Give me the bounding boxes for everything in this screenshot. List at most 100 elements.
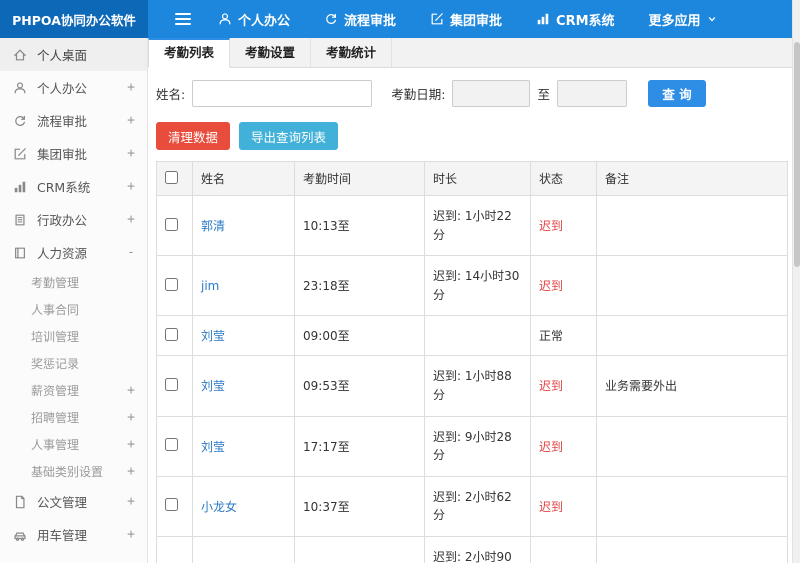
search-button[interactable]: 查 询 xyxy=(647,80,706,107)
duration-cell xyxy=(424,315,531,357)
date-to-input[interactable] xyxy=(556,80,627,107)
topnav-item[interactable]: CRM系统 xyxy=(536,10,615,29)
topnav-item[interactable]: 集团审批 xyxy=(430,10,502,29)
sidebar-item[interactable]: 人事管理 + xyxy=(0,431,147,458)
sidebar-item[interactable]: 流程审批 + xyxy=(0,104,147,137)
duration-line: 迟到: 14小时30分 xyxy=(433,269,520,302)
topnav-item[interactable]: 流程审批 xyxy=(324,10,396,29)
status-cell: 迟到 xyxy=(530,255,597,317)
attendance-time: 17:17至 xyxy=(294,415,425,477)
sidebar-item-label: 集团审批 xyxy=(37,147,88,162)
sidebar-item[interactable]: CRM系统 + xyxy=(0,170,147,203)
row-checkbox[interactable] xyxy=(165,438,178,452)
sidebar-item[interactable]: 用车管理 + xyxy=(0,518,147,551)
status-cell: 迟到 xyxy=(530,475,597,537)
action-row: 清理数据 导出查询列表 xyxy=(156,122,784,150)
sidebar-item[interactable]: 行政办公 + xyxy=(0,203,147,236)
sidebar-item[interactable]: 集团审批 + xyxy=(0,137,147,170)
employee-name-link[interactable]: jim xyxy=(201,279,219,293)
employee-name-link[interactable]: 刘莹 xyxy=(201,379,225,393)
status-cell: 迟到 xyxy=(530,415,597,477)
sidebar-item[interactable]: 个人办公 + xyxy=(0,71,147,104)
file-icon xyxy=(13,495,29,509)
topnav-label: 个人办公 xyxy=(238,13,291,29)
topnav-item[interactable]: 更多应用 xyxy=(649,10,717,29)
expand-toggle-icon[interactable]: + xyxy=(127,383,135,398)
edit-icon xyxy=(430,12,444,26)
row-checkbox[interactable] xyxy=(165,327,178,341)
sidebar-item[interactable]: 公文管理 + xyxy=(0,485,147,518)
expand-toggle-icon[interactable]: + xyxy=(127,179,135,194)
tab-attendance-stats[interactable]: 考勤统计 xyxy=(311,38,393,67)
tab-attendance-list[interactable]: 考勤列表 xyxy=(148,38,231,68)
sidebar-item-label: 行政办公 xyxy=(37,213,88,228)
column-header: 时长 xyxy=(424,161,531,196)
column-header: 备注 xyxy=(596,161,788,196)
scrollbar-thumb[interactable] xyxy=(794,42,800,267)
duration-line: 迟到: 1小时22分 xyxy=(433,209,512,242)
status-cell: 迟到/早退 xyxy=(530,535,597,563)
sidebar-item[interactable]: 考勤管理 xyxy=(0,269,147,296)
tab-bar: 考勤列表 考勤设置 考勤统计 xyxy=(148,38,792,68)
expand-toggle-icon[interactable]: + xyxy=(127,464,135,479)
status-cell: 正常 xyxy=(530,315,597,357)
note-cell xyxy=(596,255,788,317)
scrollbar[interactable] xyxy=(792,0,800,563)
sidebar-item[interactable]: 个人桌面 xyxy=(0,38,147,71)
sidebar-item[interactable]: 培训管理 xyxy=(0,323,147,350)
select-all-checkbox[interactable] xyxy=(165,170,178,184)
sidebar-item-label: 人事管理 xyxy=(31,438,80,452)
clear-data-button[interactable]: 清理数据 xyxy=(156,122,231,150)
menu-toggle-icon[interactable] xyxy=(175,13,191,25)
row-checkbox[interactable] xyxy=(165,377,178,391)
date-from-input[interactable] xyxy=(452,80,531,107)
sidebar-item[interactable]: 招聘管理 + xyxy=(0,404,147,431)
sidebar-item[interactable]: 奖惩记录 xyxy=(0,350,147,377)
expand-toggle-icon[interactable]: + xyxy=(127,146,135,161)
row-checkbox[interactable] xyxy=(165,277,178,291)
sidebar-item-label: 培训管理 xyxy=(31,330,80,344)
name-filter-input[interactable] xyxy=(192,80,373,107)
table-row: 刘莹 09:00至 正常 xyxy=(156,315,788,357)
expand-toggle-icon[interactable]: + xyxy=(127,410,135,425)
attendance-time: 09:00至 xyxy=(294,315,425,357)
topnav-item[interactable]: 个人办公 xyxy=(218,10,290,29)
employee-name-link[interactable]: 刘莹 xyxy=(201,440,225,454)
note-cell: 1111 xyxy=(596,535,788,563)
sidebar-item-label: CRM系统 xyxy=(37,180,91,195)
date-to-label: 至 xyxy=(537,87,550,102)
tab-attendance-settings[interactable]: 考勤设置 xyxy=(230,38,312,67)
sidebar-item[interactable]: 人事合同 xyxy=(0,296,147,323)
expand-toggle-icon[interactable]: - xyxy=(127,245,135,260)
flow-icon xyxy=(13,114,29,128)
topnav-label: 更多应用 xyxy=(648,13,701,29)
expand-toggle-icon[interactable]: + xyxy=(127,494,135,509)
expand-toggle-icon[interactable]: + xyxy=(127,437,135,452)
duration-cell: 迟到: 9小时28分 xyxy=(424,415,531,477)
sidebar-item-label: 奖惩记录 xyxy=(31,357,80,371)
name-filter-label: 姓名: xyxy=(156,87,186,102)
expand-toggle-icon[interactable]: + xyxy=(127,212,135,227)
note-cell xyxy=(596,194,788,257)
sidebar: 个人桌面 个人办公 + 流程审批 + 集团审批 + CRM系统 + 行政办公 + 人力资源 - 考勤管理人… xyxy=(0,38,148,563)
car-icon xyxy=(13,528,29,542)
table-row: 小龙女 10:37至 迟到: 2小时62分 迟到 xyxy=(156,475,788,537)
row-checkbox[interactable] xyxy=(165,498,178,512)
attendance-time: 10:54至10:54 xyxy=(294,535,425,563)
top-navigation: 个人办公 流程审批 集团审批 CRM系统 更多应用 xyxy=(218,10,717,29)
column-header: 姓名 xyxy=(192,161,295,196)
employee-name-link[interactable]: 刘莹 xyxy=(201,329,225,343)
expand-toggle-icon[interactable]: + xyxy=(127,80,135,95)
expand-toggle-icon[interactable]: + xyxy=(127,113,135,128)
expand-toggle-icon[interactable]: + xyxy=(127,527,135,542)
employee-name-link[interactable]: 小龙女 xyxy=(201,500,237,514)
status-cell: 迟到 xyxy=(530,194,597,257)
sidebar-item[interactable]: 人力资源 - xyxy=(0,236,147,269)
sidebar-item[interactable]: 基础类别设置 + xyxy=(0,458,147,485)
employee-name-link[interactable]: 郭清 xyxy=(201,219,225,233)
sidebar-item[interactable]: 薪资管理 + xyxy=(0,377,147,404)
attendance-time: 09:53至 xyxy=(294,355,425,417)
date-filter-label: 考勤日期: xyxy=(391,87,446,102)
export-list-button[interactable]: 导出查询列表 xyxy=(239,122,339,150)
row-checkbox[interactable] xyxy=(165,217,178,231)
